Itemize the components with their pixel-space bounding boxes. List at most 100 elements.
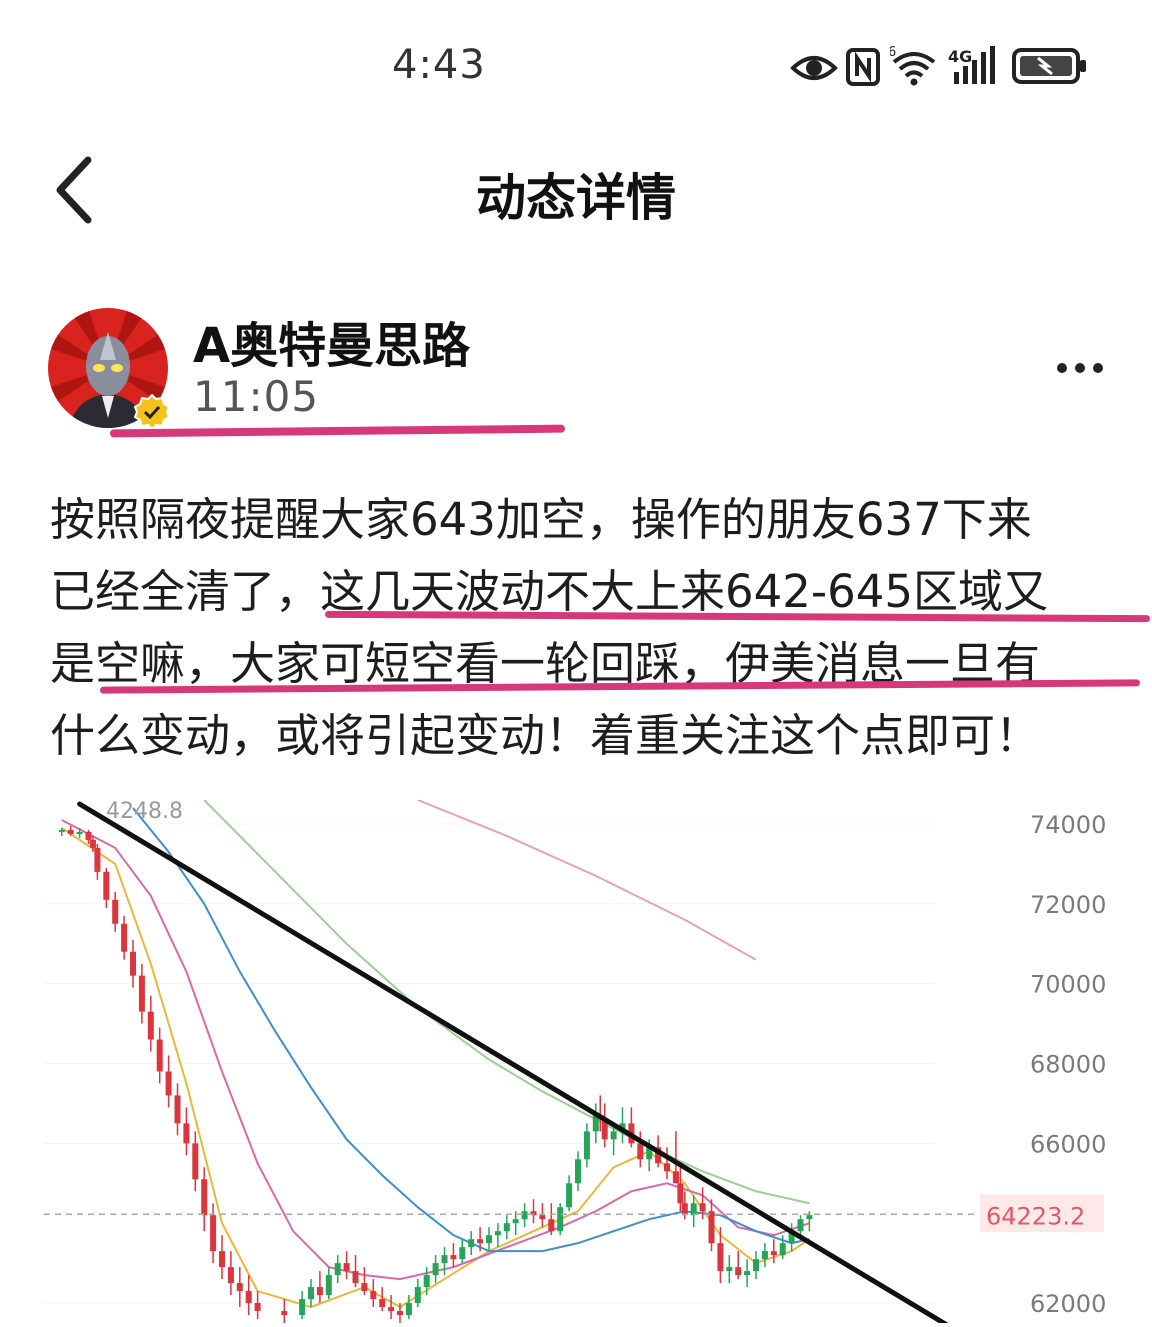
candle [219,1251,225,1268]
candle [103,871,110,900]
candle [254,1303,261,1312]
candle [664,1163,670,1172]
signal-4g-icon: 4G [948,46,995,84]
candle [432,1263,439,1276]
candle [165,1071,172,1096]
candle [735,1267,742,1276]
candle [486,1235,492,1244]
candle [343,1263,350,1272]
network-label: 4G [948,47,972,66]
eye-icon [790,56,838,80]
candle [494,1231,501,1236]
avatar[interactable] [48,308,170,430]
status-time: 4:43 [392,42,486,88]
ma-line [203,799,810,1205]
candle [245,1291,252,1304]
candle [744,1271,751,1276]
candle [130,951,136,976]
candle [699,1203,706,1212]
candle [450,1255,457,1260]
candle [459,1247,466,1260]
candle [138,975,145,1012]
candle [361,1283,368,1292]
candle [325,1275,332,1296]
candle [681,1203,688,1216]
post-body: 按照隔夜提醒大家643加空，操作的朋友637下来 已经全清了，这几天波动不大上来… [50,484,1130,772]
candle [414,1287,421,1304]
candle [468,1239,475,1248]
candle [121,923,128,952]
ma-line [61,819,810,1281]
candle [352,1271,359,1284]
candle [548,1219,555,1232]
candle [708,1211,715,1244]
post-line: 按照隔夜提醒大家643加空，操作的朋友637下来 [50,493,1032,546]
ma-line [132,807,810,1253]
post-line: 什么变动，或将引起变动！着重关注这个点即可！ [50,709,1041,762]
battery-icon [1012,48,1086,84]
candle [147,1011,154,1040]
y-tick-label: 72000 [1030,891,1106,919]
wifi-label: 6 [890,46,896,60]
candle [58,829,65,832]
candle [85,831,92,840]
candle [779,1243,786,1256]
ma-line [61,827,810,1309]
candle [575,1159,581,1184]
post-time: 11:05 [193,372,320,421]
high-marker-label: 4248.8 [106,800,183,824]
candle [316,1287,323,1296]
candle [334,1263,341,1276]
candle [806,1215,813,1220]
candle [672,1171,679,1184]
candle [717,1243,724,1272]
candle [610,1131,617,1140]
candle [201,1179,208,1216]
candle [405,1303,412,1316]
highlight-underline-time [109,424,566,438]
y-tick-label: 70000 [1030,971,1106,999]
candle [156,1039,163,1072]
price-chart[interactable]: 74000 72000 70000 68000 66000 62000 64223.2 424… [44,799,1110,1327]
candle [503,1223,510,1232]
candle [308,1287,314,1300]
candle [397,1311,403,1316]
candle [94,847,101,872]
candle [388,1307,395,1312]
candle [183,1123,190,1144]
candle [236,1283,243,1292]
candle [797,1219,804,1232]
candle [76,831,83,834]
candle [89,839,96,848]
candle [521,1211,528,1220]
candle [690,1203,697,1216]
header: 动态详情 [0,140,1152,240]
candle [557,1207,564,1232]
candle [299,1299,306,1316]
candle [583,1131,590,1160]
candle [637,1143,644,1160]
verified-badge-icon [134,394,170,430]
y-tick-label: 68000 [1030,1050,1106,1078]
candle [67,829,74,834]
candle [726,1267,733,1272]
candle [192,1143,199,1180]
y-tick-label: 62000 [1030,1290,1106,1318]
nfc-icon [846,48,880,86]
page-title: 动态详情 [476,169,676,227]
author-name[interactable]: A奥特曼思路 [193,306,470,376]
candle [539,1215,546,1220]
candle [761,1251,768,1260]
chart-svg: 74000 72000 70000 68000 66000 62000 64223.2 424… [44,799,1106,1327]
candle [227,1267,234,1284]
candle [677,1183,684,1204]
candle [566,1183,573,1208]
candle [423,1275,430,1288]
more-button[interactable] [1050,350,1110,386]
candle [379,1299,386,1308]
candle [210,1215,217,1252]
candle [753,1259,759,1272]
y-tick-label: 74000 [1030,811,1106,839]
wifi-icon: 6 [890,46,936,86]
candle [281,1311,288,1316]
